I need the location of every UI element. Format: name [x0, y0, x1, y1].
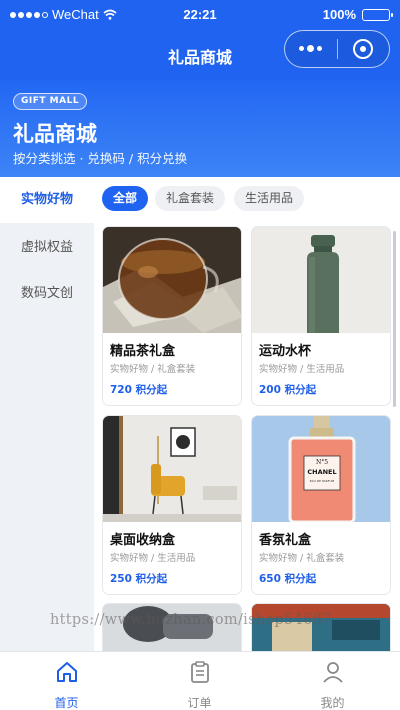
product-image-tea: [103, 227, 241, 333]
product-tags: 实物好物 / 礼盒套装: [110, 364, 196, 375]
product-tags: 实物好物 / 生活用品: [259, 364, 345, 375]
product-name: 精品茶礼盒: [110, 344, 176, 359]
hero-banner: GIFT MALL 礼品商城 按分类挑选 · 兑换码 / 积分兑换: [0, 80, 400, 177]
status-bar: WeChat 22:21 100%: [0, 0, 400, 30]
product-image-desk: [103, 416, 241, 522]
filter-chip-daily[interactable]: 生活用品: [234, 186, 305, 211]
home-icon: [57, 662, 77, 682]
more-dots-icon[interactable]: [285, 45, 337, 52]
filter-chip-gift-set[interactable]: 礼盒套装: [155, 186, 226, 211]
product-name: 运动水杯: [259, 344, 312, 359]
product-price: 720 积分起: [110, 384, 168, 396]
product-price: 200 积分起: [259, 384, 317, 396]
tab-orders[interactable]: 订单: [133, 652, 266, 710]
user-icon: [323, 662, 343, 683]
battery-icon: [362, 8, 393, 21]
close-miniprogram-icon[interactable]: [337, 39, 389, 59]
product-card[interactable]: 桌面收纳盒 实物好物 / 生活用品 250 积分起: [102, 415, 242, 595]
product-price: 250 积分起: [110, 573, 168, 585]
product-name: 桌面收纳盒: [110, 533, 176, 548]
product-card[interactable]: N°5 CHANEL EAU DE PARFUM 香氛礼盒 实物好物 / 礼盒套…: [251, 415, 391, 595]
product-name: 香氛礼盒: [259, 533, 312, 548]
sidebar-item-physical[interactable]: 实物好物: [0, 177, 94, 223]
tab-label: 订单: [187, 696, 212, 710]
category-sidebar: 实物好物 虚拟权益 数码文创: [0, 177, 94, 651]
clipboard-icon: [191, 661, 209, 683]
product-tags: 实物好物 / 生活用品: [110, 553, 196, 564]
hero-badge: GIFT MALL: [13, 93, 88, 110]
watermark-text: https://www.huzhan.com/ishop54687: [50, 612, 332, 628]
product-area: 全部 礼盒套装 生活用品 精品茶礼盒 实物好物 / 礼盒套装 720 积分起 运…: [94, 177, 400, 651]
filter-bar: 全部 礼盒套装 生活用品: [94, 177, 400, 219]
filter-chip-all[interactable]: 全部: [102, 186, 149, 211]
product-card[interactable]: 运动水杯 实物好物 / 生活用品 200 积分起: [251, 226, 391, 406]
product-price: 650 积分起: [259, 573, 317, 585]
tab-bar: 首页 订单 我的: [0, 651, 400, 710]
perfume-brand: CHANEL: [307, 468, 337, 476]
miniprogram-capsule: [284, 30, 390, 68]
product-image-bottle: [252, 227, 390, 333]
perfume-number: N°5: [315, 459, 329, 466]
tab-profile[interactable]: 我的: [266, 652, 399, 710]
perfume-type: EAU DE PARFUM: [309, 479, 335, 483]
sidebar-item-virtual[interactable]: 虚拟权益: [0, 225, 94, 271]
tab-label: 我的: [320, 696, 345, 710]
sidebar-item-digital[interactable]: 数码文创: [0, 271, 94, 317]
hero-subtitle: 按分类挑选 · 兑换码 / 积分兑换: [13, 151, 188, 166]
product-card[interactable]: 精品茶礼盒 实物好物 / 礼盒套装 720 积分起: [102, 226, 242, 406]
scrollbar[interactable]: [393, 231, 396, 407]
nav-bar: 礼品商城: [0, 30, 400, 80]
battery-percent: 100%: [322, 7, 356, 22]
product-image-perfume: N°5 CHANEL EAU DE PARFUM: [252, 416, 390, 522]
tab-home[interactable]: 首页: [0, 652, 133, 710]
hero-title: 礼品商城: [13, 122, 97, 146]
tab-label: 首页: [54, 696, 79, 710]
product-tags: 实物好物 / 礼盒套装: [259, 553, 345, 564]
